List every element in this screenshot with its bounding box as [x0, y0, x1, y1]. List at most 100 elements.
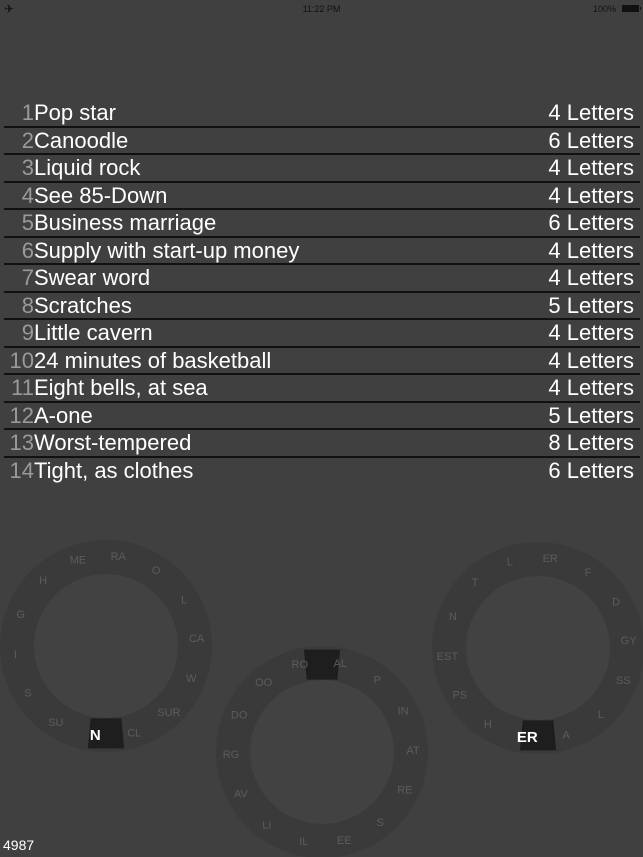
wheel-segment[interactable]: H — [484, 719, 492, 731]
clue-text: Eight bells, at sea — [34, 375, 208, 400]
wheel-segment[interactable]: SU — [48, 717, 63, 729]
clue-number: 4 — [21, 182, 34, 208]
wheel-hub — [34, 574, 178, 718]
clue-row[interactable]: 5 Business marriage 6 Letters — [4, 210, 640, 238]
wheel-segment[interactable]: S — [377, 817, 384, 829]
clue-text: 24 minutes of basketball — [34, 347, 272, 373]
wheel-segment[interactable]: RG — [223, 749, 240, 761]
clue-number: 3 — [21, 155, 34, 180]
clue-row[interactable]: 11 Eight bells, at sea 4 Letters — [4, 375, 640, 403]
wheel-segment[interactable]: I — [14, 649, 17, 661]
wheel-segment[interactable]: H — [39, 575, 47, 587]
wheel-segment[interactable]: L — [507, 556, 513, 568]
wheel-hub — [466, 576, 610, 720]
wheel-segment[interactable]: RA — [111, 551, 127, 563]
clue-length: 4 Letters — [548, 182, 634, 208]
clue-row[interactable]: 2 Canoodle 6 Letters — [4, 127, 640, 155]
wheel-segment[interactable]: AT — [406, 745, 420, 757]
wheel-segment[interactable]: CL — [127, 728, 141, 740]
clue-text: Canoodle — [34, 127, 129, 153]
clue-length: 8 Letters — [548, 430, 634, 455]
clue-length: 6 Letters — [548, 210, 634, 235]
clue-text: Pop star — [34, 100, 116, 125]
wheel-segment[interactable]: N — [449, 611, 457, 623]
clue-row[interactable]: 9 Little cavern 4 Letters — [4, 320, 640, 348]
clue-row[interactable]: 12 A-one 5 Letters — [4, 402, 640, 430]
wheel-segment[interactable]: LI — [262, 819, 271, 831]
clue-length: 4 Letters — [548, 237, 634, 263]
wheel-ring[interactable] — [432, 542, 643, 754]
wheel-segment[interactable]: DO — [231, 709, 248, 721]
wheel-segment[interactable]: EST — [437, 651, 459, 663]
clue-length: 4 Letters — [548, 375, 634, 400]
clue-row[interactable]: 14 Tight, as clothes 6 Letters — [4, 458, 640, 484]
wheel-segment[interactable]: IL — [299, 836, 308, 848]
clue-length: 4 Letters — [548, 320, 634, 345]
wheel-segment[interactable]: A — [562, 730, 570, 742]
clue-list: 1 Pop star 4 Letters 2 Canoodle 6 Letters 3L… — [4, 100, 640, 483]
clue-row[interactable]: 10 24 minutes of basketball 4 Letters — [4, 347, 640, 375]
clue-row[interactable]: 4 See 85-Down 4 Letters — [4, 182, 640, 210]
wheel-segment[interactable]: EE — [337, 835, 352, 847]
wheel-segment[interactable]: G — [17, 609, 26, 621]
wheel-segment[interactable]: P — [373, 675, 380, 687]
wheel-segment[interactable]: CA — [189, 633, 205, 645]
wheel-selected-segment[interactable]: N — [90, 727, 101, 744]
clue-number: 8 — [21, 292, 34, 318]
clue-length: 6 Letters — [548, 457, 634, 483]
status-bar: ✈ 11:22 PM 100% — [0, 0, 643, 20]
wheel-segment[interactable]: AL — [334, 658, 347, 670]
battery-icon — [622, 5, 641, 12]
wheel-selector — [303, 649, 341, 680]
wheel-segment[interactable]: GY — [621, 635, 638, 647]
wheel-segment[interactable]: SS — [616, 675, 631, 687]
clue-length: 6 Letters — [548, 127, 634, 153]
clue-text: Business marriage — [34, 210, 217, 235]
clue-number: 5 — [21, 210, 34, 235]
wheel-segment[interactable]: PS — [453, 690, 468, 702]
clue-row[interactable]: 8 Scratches 5 Letters — [4, 292, 640, 320]
wheel-segment[interactable]: SUR — [157, 707, 180, 719]
wheel-segment[interactable]: S — [24, 688, 31, 700]
wheel-segment[interactable]: IN — [398, 706, 409, 718]
clue-number: 9 — [21, 320, 34, 345]
wheel-segment[interactable]: AV — [234, 788, 249, 800]
clue-text: Worst-tempered — [34, 430, 192, 455]
wheel-segment[interactable]: ME — [70, 554, 87, 566]
wheel-hub — [250, 680, 394, 824]
clue-text: A-one — [34, 402, 93, 428]
wheel-segment[interactable]: L — [598, 709, 604, 721]
clue-row[interactable]: 6 Supply with start-up money 4 Letters — [4, 237, 640, 265]
wheel-segment[interactable]: D — [612, 596, 620, 608]
wheel-segment[interactable]: L — [181, 594, 187, 606]
clue-text: Supply with start-up money — [34, 237, 300, 263]
clue-text: Liquid rock — [34, 155, 141, 180]
wheel-segment[interactable]: RE — [397, 785, 412, 797]
wheel-segment[interactable]: F — [585, 567, 592, 579]
clue-length: 4 Letters — [548, 155, 634, 180]
wheel-segment[interactable]: OO — [255, 677, 273, 689]
clue-length: 5 Letters — [548, 402, 634, 428]
wheel-segment[interactable]: W — [186, 673, 197, 685]
clue-number: 13 — [9, 430, 34, 455]
clue-row[interactable]: 13 Worst-tempered 8 Letters — [4, 430, 640, 458]
status-time: 11:22 PM — [302, 4, 341, 14]
wheel-segment[interactable]: RO — [292, 659, 309, 671]
clue-number: 1 — [21, 100, 34, 125]
score: 4987 — [3, 837, 35, 853]
clue-number: 2 — [21, 127, 34, 153]
wheel-segment[interactable]: T — [472, 577, 479, 589]
wheel-segment[interactable]: ER — [543, 553, 558, 565]
clue-row[interactable]: 1 Pop star 4 Letters — [4, 100, 640, 128]
clue-row[interactable]: 3 Liquid rock 4 Letters — [4, 155, 640, 183]
clue-text: Scratches — [34, 292, 132, 318]
clue-row[interactable]: 7 Swear word 4 Letters — [4, 265, 640, 293]
clue-number: 7 — [21, 265, 34, 290]
clue-length: 5 Letters — [548, 292, 634, 318]
wheel-ring[interactable] — [0, 540, 212, 752]
wheel-segment[interactable]: O — [152, 565, 161, 577]
clue-text: Swear word — [34, 265, 151, 290]
clue-number: 12 — [9, 402, 34, 428]
wheel-selected-segment[interactable]: ER — [517, 729, 538, 746]
wheel-ring[interactable] — [216, 646, 428, 857]
